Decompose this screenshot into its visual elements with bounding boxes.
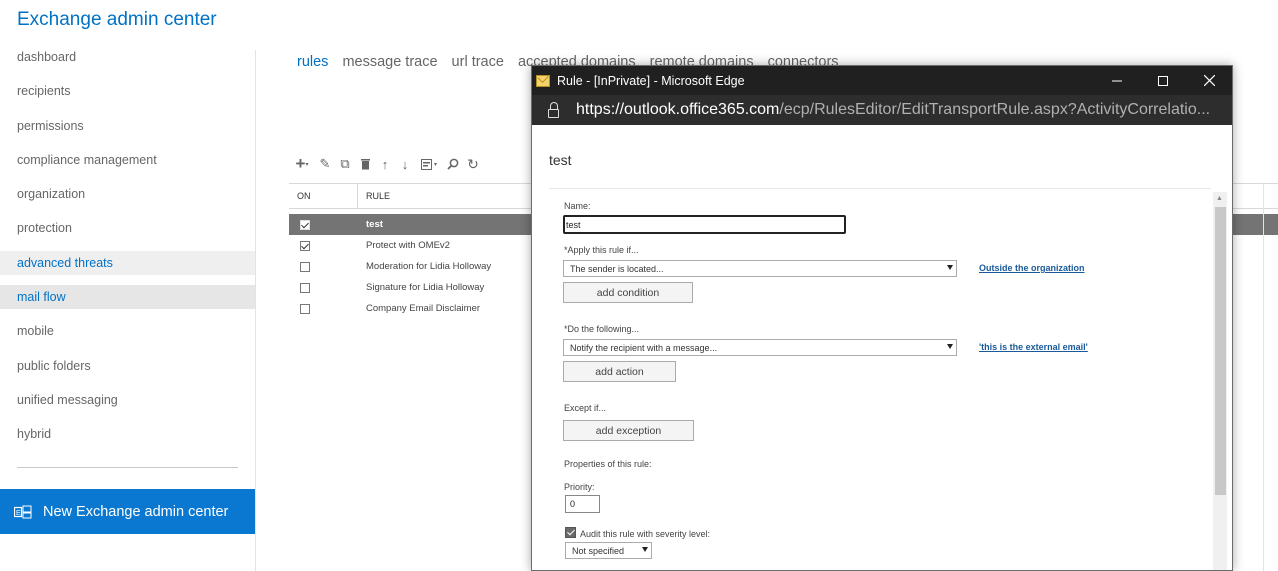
notification-message-link[interactable]: 'this is the external email' (979, 342, 1088, 352)
chevron-down-icon (642, 547, 648, 552)
nav-item-organization[interactable]: organization (0, 182, 255, 206)
exchange-admin-page: Exchange admin center dashboard recipien… (0, 0, 1278, 571)
title-divider (549, 188, 1211, 189)
nav-divider (255, 50, 256, 571)
chevron-down-icon (947, 265, 953, 270)
severity-select[interactable]: Not specified (565, 542, 652, 559)
except-if-label: Except if... (564, 403, 607, 413)
chevron-down-icon (947, 344, 953, 349)
move-up-icon[interactable]: ↑ (378, 157, 392, 172)
do-following-label: *Do the following... (564, 324, 640, 334)
name-label: Name: (564, 201, 591, 211)
nav-item-mobile[interactable]: mobile (0, 319, 255, 343)
exchange-icon: E (13, 505, 32, 519)
url-path: /ecp/RulesEditor/EditTransportRule.aspx?… (779, 101, 1211, 118)
add-action-button[interactable]: add action (563, 361, 676, 382)
lock-icon (548, 101, 559, 118)
close-icon[interactable] (1186, 66, 1232, 95)
column-header-on[interactable]: ON (289, 184, 358, 208)
sender-location-link[interactable]: Outside the organization (979, 263, 1085, 273)
window-titlebar: Rule - [InPrivate] - Microsoft Edge (532, 66, 1232, 95)
rule-name: Moderation for Lidia Holloway (366, 261, 492, 272)
address-bar[interactable]: https://outlook.office365.com/ecp/RulesE… (532, 95, 1232, 125)
svg-text:E: E (16, 510, 21, 517)
nav-item-mail-flow[interactable]: mail flow (0, 285, 255, 310)
left-nav: dashboard recipients permissions complia… (0, 45, 255, 457)
rule-enabled-checkbox[interactable] (300, 219, 310, 230)
priority-label: Priority: (564, 482, 595, 492)
rule-editor-window: Rule - [InPrivate] - Microsoft Edge http… (531, 65, 1233, 571)
rule-name: Company Email Disclaimer (366, 303, 481, 314)
details-pane-edge (1263, 183, 1278, 571)
scroll-up-icon[interactable]: ▲ (1216, 195, 1223, 202)
nav-separator (17, 467, 238, 468)
rule-enabled-checkbox[interactable] (300, 261, 310, 272)
edit-icon[interactable]: ✎ (318, 156, 332, 171)
nav-item-permissions[interactable]: permissions (0, 114, 255, 138)
action-select[interactable]: Notify the recipient with a message... (563, 339, 957, 356)
nav-item-advanced-threats[interactable]: advanced threats (0, 250, 255, 275)
tab-message-trace[interactable]: message trace (342, 54, 437, 70)
action-select-value: Notify the recipient with a message... (570, 342, 718, 353)
new-eac-button[interactable]: E New Exchange admin center (0, 489, 255, 534)
maximize-icon[interactable] (1140, 66, 1186, 95)
url-host: https://outlook.office365.com (576, 101, 780, 118)
nav-item-hybrid[interactable]: hybrid (0, 422, 255, 446)
column-header-rule[interactable]: RULE (358, 191, 390, 201)
rule-enabled-checkbox[interactable] (300, 303, 310, 314)
app-title: Exchange admin center (17, 9, 217, 30)
rule-name: Signature for Lidia Holloway (366, 282, 485, 293)
tab-rules[interactable]: rules (297, 54, 328, 70)
tab-url-trace[interactable]: url trace (452, 54, 504, 70)
refresh-icon[interactable]: ↻ (466, 156, 480, 172)
nav-item-protection[interactable]: protection (0, 216, 255, 240)
delete-icon[interactable] (358, 157, 372, 171)
add-condition-button[interactable]: add condition (563, 282, 693, 303)
envelope-icon (536, 74, 550, 87)
audit-label: Audit this rule with severity level: (580, 529, 711, 539)
audit-checkbox[interactable] (565, 527, 576, 538)
minimize-icon[interactable] (1094, 66, 1140, 95)
rule-name: Protect with OMEv2 (366, 240, 450, 251)
rule-enabled-checkbox[interactable] (300, 282, 310, 293)
nav-item-public-folders[interactable]: public folders (0, 354, 255, 378)
severity-select-value: Not specified (572, 545, 625, 556)
name-input[interactable] (563, 215, 846, 234)
move-down-icon[interactable]: ↓ (398, 157, 412, 172)
scrollbar-thumb[interactable] (1215, 207, 1226, 495)
dialog-title: test (549, 152, 572, 168)
add-exception-button[interactable]: add exception (563, 420, 694, 441)
nav-item-compliance-management[interactable]: compliance management (0, 148, 255, 172)
nav-item-dashboard[interactable]: dashboard (0, 45, 255, 69)
condition-select[interactable]: The sender is located... (563, 260, 957, 277)
rule-enabled-checkbox[interactable] (300, 240, 310, 251)
rule-name: test (366, 219, 383, 230)
properties-label: Properties of this rule: (564, 459, 652, 469)
add-icon[interactable]: + ▾ (292, 154, 312, 173)
priority-input[interactable]: 0 (565, 495, 600, 513)
search-icon[interactable] (446, 157, 460, 171)
rules-toolbar: + ▾ ✎ ⧉ ↑ ↓ ▾ ↻ (292, 154, 480, 173)
nav-item-recipients[interactable]: recipients (0, 79, 255, 103)
new-eac-label: New Exchange admin center (43, 503, 229, 520)
nav-item-unified-messaging[interactable]: unified messaging (0, 388, 255, 412)
window-title: Rule - [InPrivate] - Microsoft Edge (557, 73, 745, 88)
condition-select-value: The sender is located... (570, 263, 664, 274)
copy-icon[interactable]: ⧉ (338, 156, 352, 171)
export-icon[interactable]: ▾ (418, 157, 440, 171)
apply-rule-label: *Apply this rule if... (564, 245, 639, 255)
